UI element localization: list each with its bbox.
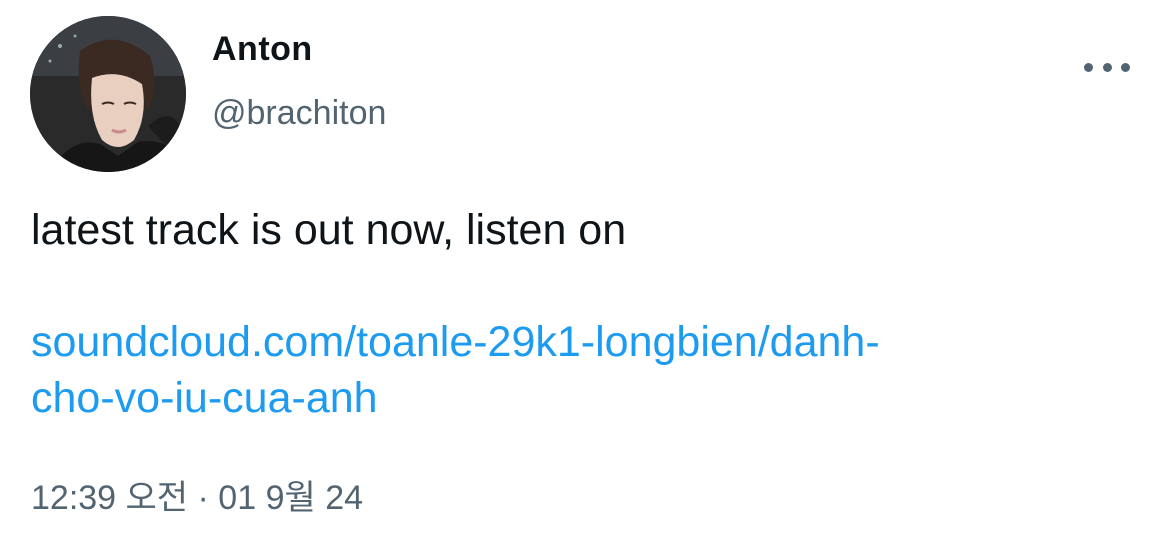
tweet-timestamp[interactable]: 12:39 오전 · 01 9월 24 <box>31 470 363 519</box>
more-options-button[interactable] <box>1084 52 1130 82</box>
user-handle[interactable]: @brachiton <box>212 94 386 133</box>
more-horizontal-icon-dot <box>1121 62 1130 72</box>
display-name[interactable]: Anton <box>212 30 313 69</box>
avatar-photo <box>30 16 186 172</box>
link-line-1: soundcloud.com/toanle-29k1-longbien/danh… <box>31 318 880 366</box>
link-line-2: cho-vo-iu-cua-anh <box>31 374 378 422</box>
tweet-card: Anton @brachiton latest track is out now… <box>0 0 1170 545</box>
tweet-text: latest track is out now, listen on <box>31 206 627 254</box>
avatar[interactable] <box>30 16 186 172</box>
more-horizontal-icon-dot <box>1102 62 1112 72</box>
soundcloud-link[interactable]: soundcloud.com/toanle-29k1-longbien/danh… <box>31 314 1131 426</box>
more-horizontal-icon <box>1084 62 1093 72</box>
